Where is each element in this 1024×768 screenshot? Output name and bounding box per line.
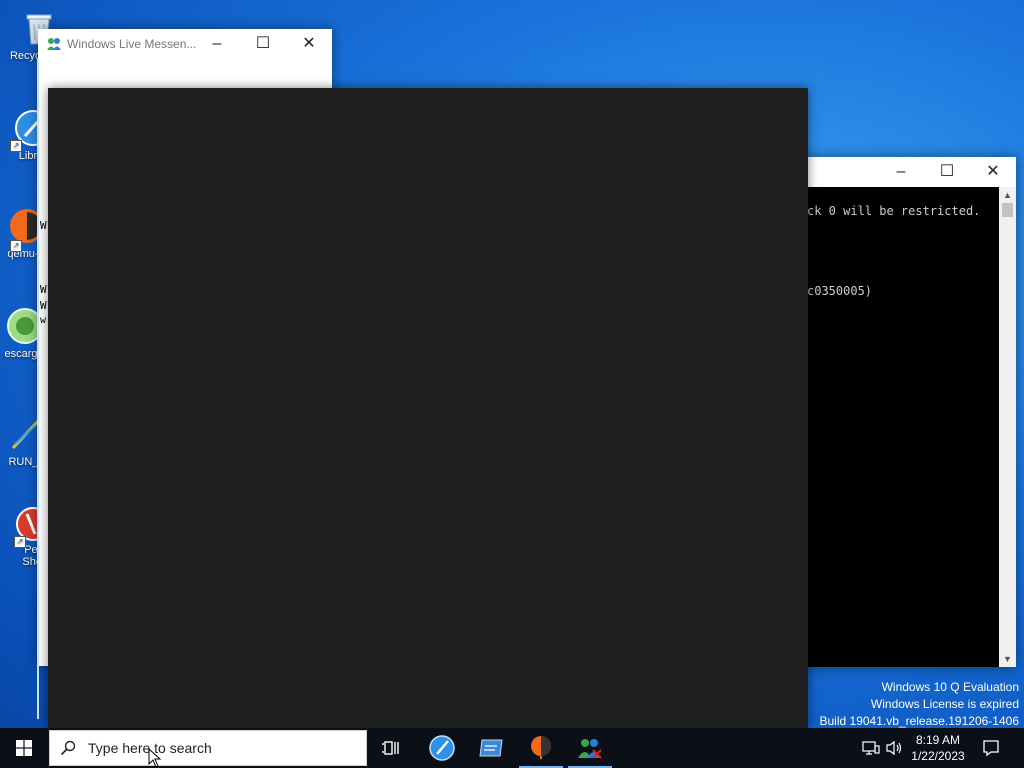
browser-app-icon [429,735,455,761]
clock[interactable]: 8:19 AM 1/22/2023 [910,732,966,764]
close-button[interactable]: ✕ [970,157,1016,187]
notification-icon [983,740,999,757]
taskbar-app-messenger[interactable] [566,728,614,768]
start-button[interactable] [0,728,48,768]
messenger-icon [578,739,602,759]
blank-dark-window[interactable] [48,88,808,728]
messenger-titlebar[interactable]: Windows Live Messen... – ☐ ✕ [38,29,332,59]
messenger-text-fragment: W [40,283,47,296]
taskbar: Type here to search 8:19 AM 1/22/2023 [0,728,1024,768]
window-border-strip [37,59,39,719]
messenger-icon [46,36,62,57]
scroll-down-arrow-icon[interactable]: ▼ [999,651,1016,667]
taskbar-app-browser[interactable] [418,728,466,768]
network-icon[interactable] [862,740,880,759]
messenger-window-title: Windows Live Messen... [67,37,197,51]
scroll-up-arrow-icon[interactable]: ▲ [999,187,1016,203]
app-window-icon [479,739,503,757]
watermark-line: Windows License is expired [870,697,1019,711]
close-button[interactable]: ✕ [286,29,332,59]
messenger-text-fragment: w [40,315,47,326]
taskbar-app-qemu[interactable] [517,728,565,768]
qemu-app-icon [531,736,551,759]
scrollbar-thumb[interactable] [1002,203,1013,217]
search-icon [60,740,76,756]
minimize-button[interactable]: – [194,29,240,59]
watermark-line: Windows 10 Q Evaluation [881,680,1019,694]
maximize-button[interactable]: ☐ [924,157,970,187]
console-titlebar[interactable]: – ☐ ✕ [800,157,1016,187]
console-line: ck 0 will be restricted. [807,204,981,218]
shortcut-arrow-icon: ↗ [10,240,22,252]
clock-time: 8:19 AM [915,733,961,747]
mouse-cursor-icon [148,748,162,768]
volume-icon[interactable] [886,740,904,759]
shortcut-arrow-icon: ↗ [10,140,22,152]
console-line: c0350005) [807,284,873,298]
console-output: ck 0 will be restricted. c0350005) [800,187,999,667]
taskbar-app-window[interactable] [467,728,515,768]
messenger-text-fragment: W [40,299,47,312]
minimize-button[interactable]: – [878,157,924,187]
console-scrollbar[interactable]: ▲ ▼ [999,187,1016,667]
task-view-icon [382,741,399,755]
console-window[interactable]: – ☐ ✕ ck 0 will be restricted. c0350005)… [800,157,1016,667]
evaluation-watermark: Windows 10 Q Evaluation Windows License … [820,679,1020,730]
messenger-text-fragment: W [40,219,47,232]
shortcut-arrow-icon: ↗ [14,536,26,548]
desktop-icon-label: escarg [4,348,38,360]
clock-date: 1/22/2023 [911,749,965,763]
search-box[interactable]: Type here to search [49,730,367,766]
task-view-button[interactable] [368,728,416,768]
escargot-app-icon [1,306,43,346]
maximize-button[interactable]: ☐ [240,29,286,59]
action-center-button[interactable] [982,739,1000,760]
windows-logo-icon [16,740,32,756]
